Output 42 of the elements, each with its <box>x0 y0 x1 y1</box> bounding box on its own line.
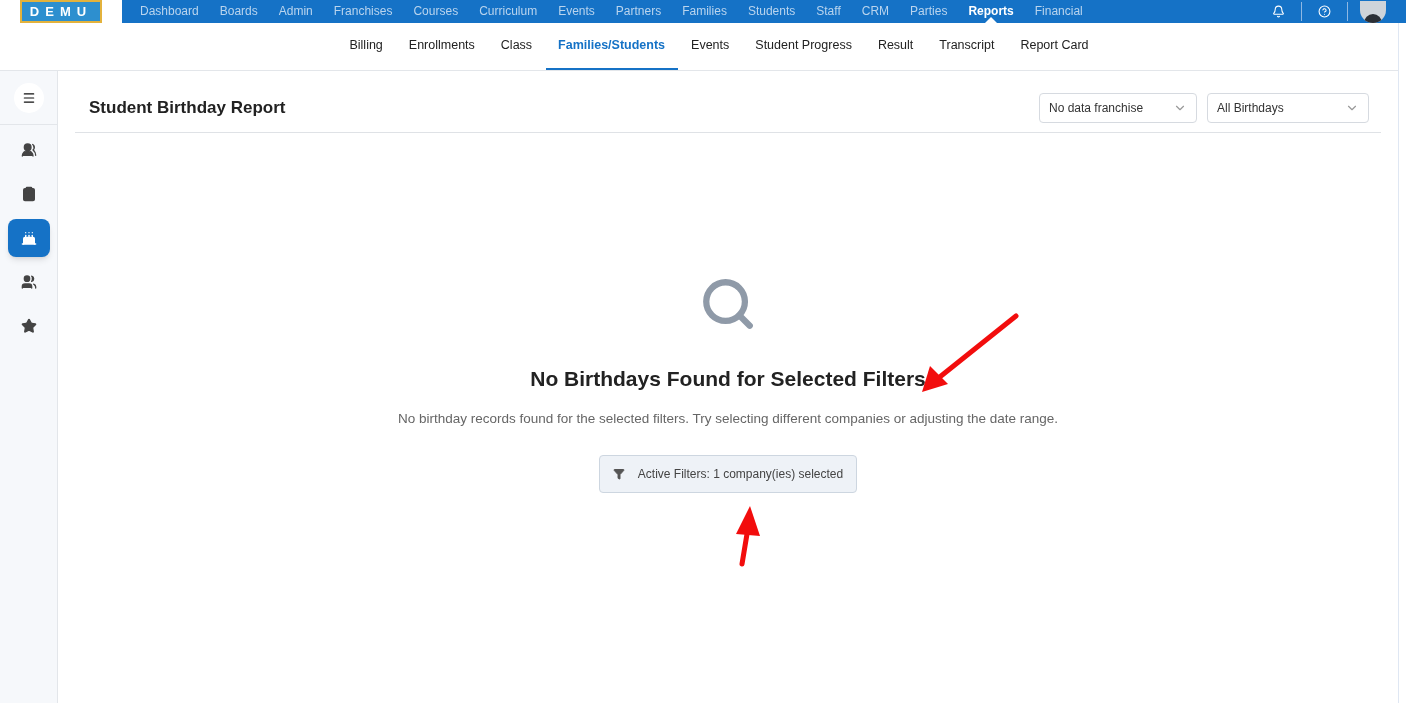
report-tab[interactable]: Events <box>678 23 742 70</box>
nav-item[interactable]: Staff <box>816 0 841 23</box>
logo[interactable]: DEMU <box>0 0 122 23</box>
nav-item[interactable]: Curriculum <box>479 0 538 23</box>
empty-state-message: No birthday records found for the selected filters. Try selecting different companies or adjusting the date range. <box>396 409 1060 428</box>
sidebar-button[interactable] <box>7 219 50 257</box>
menu-button[interactable] <box>13 82 44 113</box>
users-icon <box>20 274 37 290</box>
nav-item[interactable]: Franchises <box>333 0 393 23</box>
empty-state-heading: No Birthdays Found for Selected Filters <box>530 366 926 392</box>
nav-item[interactable]: Students <box>747 0 796 23</box>
filter-dropdown[interactable]: All Birthdays <box>1207 92 1369 123</box>
report-tab[interactable]: Families/Students <box>545 23 678 70</box>
nav-item[interactable]: Events <box>558 0 595 23</box>
report-tab[interactable]: Result <box>865 23 926 70</box>
nav-item[interactable]: Courses <box>413 0 459 23</box>
star-icon <box>20 318 37 334</box>
filter-dropdown[interactable]: No data franchise <box>1039 92 1197 123</box>
avatar[interactable] <box>1360 0 1386 23</box>
nav-item[interactable]: Boards <box>219 0 258 23</box>
filter-icon <box>612 467 625 480</box>
report-tab[interactable]: Billing <box>336 23 396 70</box>
nav-item[interactable]: Financial <box>1034 0 1083 23</box>
nav-item[interactable]: Parties <box>910 0 948 23</box>
nav-item[interactable]: CRM <box>861 0 890 23</box>
active-filters-text: Active Filters: 1 company(ies) selected <box>637 465 844 483</box>
report-tab[interactable]: Report Card <box>1007 23 1102 70</box>
help-icon[interactable] <box>1318 5 1331 18</box>
report-title: Student Birthday Report <box>89 96 286 119</box>
cake-icon <box>20 230 37 246</box>
report-tab[interactable]: Enrollments <box>396 23 488 70</box>
report-tab[interactable]: Class <box>488 23 545 70</box>
clipboard-icon <box>20 186 37 202</box>
nav-item[interactable]: Families <box>682 0 727 23</box>
nav-item[interactable]: Partners <box>615 0 662 23</box>
report-tab[interactable]: Transcript <box>926 23 1007 70</box>
nav-item[interactable]: Reports <box>968 0 1014 23</box>
nav-item[interactable]: Admin <box>278 0 313 23</box>
menu-icon <box>21 90 36 105</box>
nav-item[interactable]: Dashboard <box>140 0 199 23</box>
bell-icon[interactable] <box>1272 5 1285 18</box>
report-tab[interactable]: Student Progress <box>742 23 865 70</box>
